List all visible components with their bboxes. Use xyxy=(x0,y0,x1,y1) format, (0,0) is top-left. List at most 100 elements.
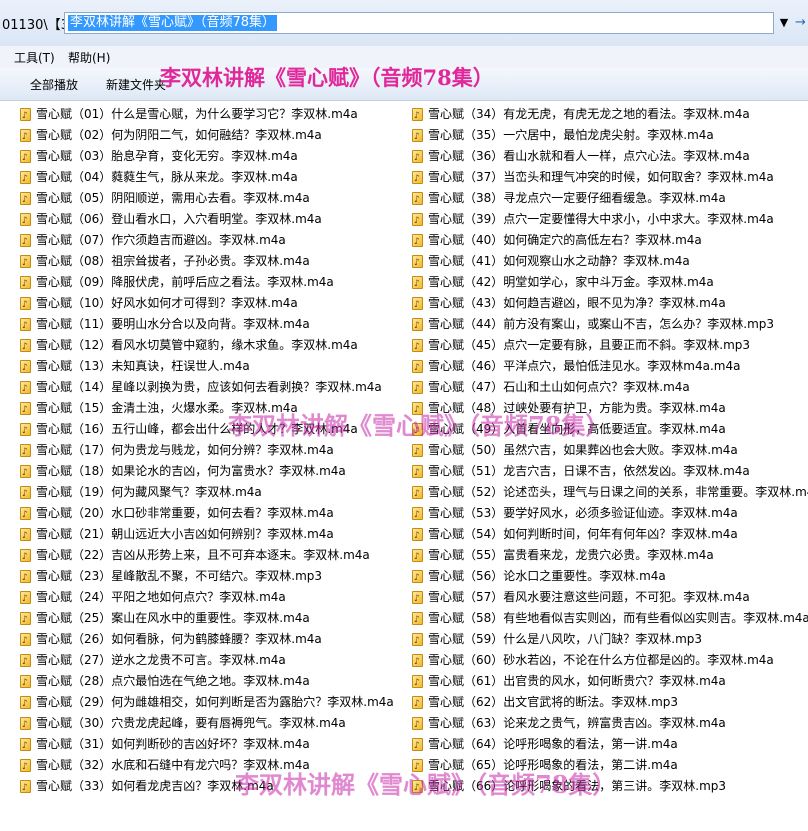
file-name: 雪心赋（18）如果论水的吉凶，何为富贵水？李双林.m4a xyxy=(36,464,346,478)
file-item[interactable]: 雪心赋（23）星峰散乱不聚，不可结穴。李双林.mp3 xyxy=(20,566,394,589)
file-item[interactable]: 雪心赋（20）水口砂非常重要，如何去看？李双林.m4a xyxy=(20,503,394,526)
file-item[interactable]: 雪心赋（10）好风水如何才可得到？李双林.m4a xyxy=(20,293,394,316)
file-item[interactable]: 雪心赋（27）逆水之龙贵不可言。李双林.m4a xyxy=(20,650,394,673)
file-item[interactable]: 雪心赋（17）何为贵龙与贱龙，如何分辨？李双林.m4a xyxy=(20,440,394,463)
file-item[interactable]: 雪心赋（59）什么是八风吹，八门缺？李双林.mp3 xyxy=(412,629,808,652)
file-item[interactable]: 雪心赋（37）当峦头和理气冲突的时候，如何取舍？李双林.m4a xyxy=(412,167,808,190)
audio-file-icon xyxy=(20,610,31,631)
file-item[interactable]: 雪心赋（55）富贵看来龙，龙贵穴必贵。李双林.m4a xyxy=(412,545,808,568)
audio-file-icon xyxy=(20,505,31,526)
audio-file-icon xyxy=(20,778,31,799)
file-item[interactable]: 雪心赋（11）要明山水分合以及向背。李双林.m4a xyxy=(20,314,394,337)
file-item[interactable]: 雪心赋（39）点穴一定要懂得大中求小，小中求大。李双林.m4a xyxy=(412,209,808,232)
file-item[interactable]: 雪心赋（58）有些地看似吉实则凶，而有些看似凶实则吉。李双林.m4a xyxy=(412,608,808,631)
file-item[interactable]: 雪心赋（54）如何判断时间，何年有何年凶？李双林.m4a xyxy=(412,524,808,547)
file-item[interactable]: 雪心赋（21）朝山远近大小吉凶如何辨别？李双林.m4a xyxy=(20,524,394,547)
file-item[interactable]: 雪心赋（40）如何确定穴的高低左右？李双林.m4a xyxy=(412,230,808,253)
file-item[interactable]: 雪心赋（07）作穴须趋吉而避凶。李双林.m4a xyxy=(20,230,394,253)
file-item[interactable]: 雪心赋（45）点穴一定要有脉，且要正而不斜。李双林.mp3 xyxy=(412,335,808,358)
audio-file-icon xyxy=(20,421,31,442)
file-item[interactable]: 雪心赋（28）点穴最怕选在气绝之地。李双林.m4a xyxy=(20,671,394,694)
audio-file-icon xyxy=(412,274,423,295)
audio-file-icon xyxy=(20,148,31,169)
file-item[interactable]: 雪心赋（51）龙吉穴吉，日课不吉，依然发凶。李双林.m4a xyxy=(412,461,808,484)
file-item[interactable]: 雪心赋（22）吉凶从形势上来，且不可弃本逐末。李双林.m4a xyxy=(20,545,394,568)
chevron-down-icon[interactable]: ▼ xyxy=(775,14,793,32)
file-name: 雪心赋（01）什么是雪心赋，为什么要学习它？李双林.m4a xyxy=(36,107,358,121)
audio-file-icon xyxy=(412,169,423,190)
file-item[interactable]: 雪心赋（12）看风水切莫管中窥豹，缘木求鱼。李双林.m4a xyxy=(20,335,394,358)
file-name: 雪心赋（31）如何判断砂的吉凶好坏？李双林.m4a xyxy=(36,737,310,751)
file-item[interactable]: 雪心赋（47）石山和土山如何点穴？李双林.m4a xyxy=(412,377,808,400)
file-name: 雪心赋（19）何为藏风聚气？李双林.m4a xyxy=(36,485,262,499)
file-item[interactable]: 雪心赋（30）穴贵龙虎起峰，要有唇褥兜气。李双林.m4a xyxy=(20,713,394,736)
file-name: 雪心赋（34）有龙无虎，有虎无龙之地的看法。李双林.m4a xyxy=(428,107,750,121)
audio-file-icon xyxy=(412,610,423,631)
file-item[interactable]: 雪心赋（43）如何趋吉避凶，眼不见为净？李双林.m4a xyxy=(412,293,808,316)
file-name: 雪心赋（51）龙吉穴吉，日课不吉，依然发凶。李双林.m4a xyxy=(428,464,750,478)
audio-file-icon xyxy=(412,358,423,379)
file-item[interactable]: 雪心赋（38）寻龙点穴一定要仔细看缓急。李双林.m4a xyxy=(412,188,808,211)
file-item[interactable]: 雪心赋（03）胎息孕育，变化无穷。李双林.m4a xyxy=(20,146,394,169)
file-item[interactable]: 雪心赋（31）如何判断砂的吉凶好坏？李双林.m4a xyxy=(20,734,394,757)
file-item[interactable]: 雪心赋（62）出文官武将的断法。李双林.mp3 xyxy=(412,692,808,715)
file-name: 雪心赋（37）当峦头和理气冲突的时候，如何取舍？李双林.m4a xyxy=(428,170,774,184)
file-item[interactable]: 雪心赋（63）论来龙之贵气，辨富贵吉凶。李双林.m4a xyxy=(412,713,808,736)
file-item[interactable]: 雪心赋（06）登山看水口，入穴看明堂。李双林.m4a xyxy=(20,209,394,232)
audio-file-icon xyxy=(20,211,31,232)
file-item[interactable]: 雪心赋（09）降服伏虎，前呼后应之看法。李双林.m4a xyxy=(20,272,394,295)
file-name: 雪心赋（58）有些地看似吉实则凶，而有些看似凶实则吉。李双林.m4a xyxy=(428,611,808,625)
file-item[interactable]: 雪心赋（36）看山水就和看人一样，点穴心法。李双林.m4a xyxy=(412,146,808,169)
file-name: 雪心赋（62）出文官武将的断法。李双林.mp3 xyxy=(428,695,679,709)
file-item[interactable]: 雪心赋（08）祖宗耸拔者，子孙必贵。李双林.m4a xyxy=(20,251,394,274)
file-item[interactable]: 雪心赋（34）有龙无虎，有虎无龙之地的看法。李双林.m4a xyxy=(412,104,808,127)
address-input[interactable]: 李双林讲解《雪心赋》（音频78集） xyxy=(64,12,774,34)
audio-file-icon xyxy=(412,211,423,232)
file-name: 雪心赋（38）寻龙点穴一定要仔细看缓急。李双林.m4a xyxy=(428,191,726,205)
audio-file-icon xyxy=(20,589,31,610)
file-name: 雪心赋（39）点穴一定要懂得大中求小，小中求大。李双林.m4a xyxy=(428,212,774,226)
menu-tools[interactable]: 工具(T) xyxy=(14,49,55,66)
file-item[interactable]: 雪心赋（35）一穴居中，最怕龙虎尖射。李双林.m4a xyxy=(412,125,808,148)
file-item[interactable]: 雪心赋（04）蕤蕤生气，脉从来龙。李双林.m4a xyxy=(20,167,394,190)
file-name: 雪心赋（22）吉凶从形势上来，且不可弃本逐末。李双林.m4a xyxy=(36,548,370,562)
file-item[interactable]: 雪心赋（29）何为雌雄相交，如何判断是否为露胎穴？李双林.m4a xyxy=(20,692,394,715)
audio-file-icon xyxy=(412,589,423,610)
file-item[interactable]: 雪心赋（50）虽然穴吉，如果葬凶也会大败。李双林.m4a xyxy=(412,440,808,463)
play-all-button[interactable]: 全部播放 xyxy=(30,76,78,93)
file-column-left: 雪心赋（01）什么是雪心赋，为什么要学习它？李双林.m4a 雪心赋（02）何为阴阳… xyxy=(20,104,394,799)
file-item[interactable]: 雪心赋（25）案山在风水中的重要性。李双林.m4a xyxy=(20,608,394,631)
file-item[interactable]: 雪心赋（61）出官贵的风水，如何断贵穴？李双林.m4a xyxy=(412,671,808,694)
address-path-selected[interactable]: 李双林讲解《雪心赋》（音频78集） xyxy=(68,15,278,31)
file-item[interactable]: 雪心赋（64）论呼形喝象的看法，第一讲.m4a xyxy=(412,734,808,757)
new-folder-button[interactable]: 新建文件夹 xyxy=(106,76,166,93)
file-item[interactable]: 雪心赋（05）阴阳顺逆，需用心去看。李双林.m4a xyxy=(20,188,394,211)
file-item[interactable]: 雪心赋（56）论水口之重要性。李双林.m4a xyxy=(412,566,808,589)
audio-file-icon xyxy=(412,295,423,316)
file-item[interactable]: 雪心赋（44）前方没有案山，或案山不吉，怎么办？李双林.mp3 xyxy=(412,314,808,337)
file-name: 雪心赋（52）论述峦头，理气与日课之间的关系，非常重要。李双林.m4a xyxy=(428,485,808,499)
file-item[interactable]: 雪心赋（53）要学好风水，必须多验证仙迹。李双林.m4a xyxy=(412,503,808,526)
file-name: 雪心赋（54）如何判断时间，何年有何年凶？李双林.m4a xyxy=(428,527,738,541)
file-item[interactable]: 雪心赋（19）何为藏风聚气？李双林.m4a xyxy=(20,482,394,505)
file-item[interactable]: 雪心赋（01）什么是雪心赋，为什么要学习它？李双林.m4a xyxy=(20,104,394,127)
file-item[interactable]: 雪心赋（02）何为阴阳二气，如何融结？李双林.m4a xyxy=(20,125,394,148)
file-item[interactable]: 雪心赋（13）未知真诀，枉误世人.m4a xyxy=(20,356,394,379)
menu-help[interactable]: 帮助(H) xyxy=(68,49,110,66)
file-item[interactable]: 雪心赋（26）如何看脉，何为鹤膝蜂腰？李双林.m4a xyxy=(20,629,394,652)
refresh-icon[interactable]: → xyxy=(793,12,808,34)
file-item[interactable]: 雪心赋（57）看风水要注意这些问题，不可犯。李双林.m4a xyxy=(412,587,808,610)
file-name: 雪心赋（55）富贵看来龙，龙贵穴必贵。李双林.m4a xyxy=(428,548,714,562)
file-name: 雪心赋（11）要明山水分合以及向背。李双林.m4a xyxy=(36,317,310,331)
file-item[interactable]: 雪心赋（14）星峰以剥换为贵，应该如何去看剥换？李双林.m4a xyxy=(20,377,394,400)
file-name: 雪心赋（45）点穴一定要有脉，且要正而不斜。李双林.mp3 xyxy=(428,338,751,352)
file-item[interactable]: 雪心赋（18）如果论水的吉凶，何为富贵水？李双林.m4a xyxy=(20,461,394,484)
file-item[interactable]: 雪心赋（42）明堂如学心，家中斗万金。李双林.m4a xyxy=(412,272,808,295)
file-item[interactable]: 雪心赋（46）平洋点穴，最怕低洼见水。李双林m4a.m4a xyxy=(412,356,808,379)
file-name: 雪心赋（03）胎息孕育，变化无穷。李双林.m4a xyxy=(36,149,298,163)
file-item[interactable]: 雪心赋（60）砂水若凶，不论在什么方位都是凶的。李双林.m4a xyxy=(412,650,808,673)
file-item[interactable]: 雪心赋（52）论述峦头，理气与日课之间的关系，非常重要。李双林.m4a xyxy=(412,482,808,505)
file-item[interactable]: 雪心赋（24）平阳之地如何点穴？李双林.m4a xyxy=(20,587,394,610)
file-item[interactable]: 雪心赋（41）如何观察山水之动静？李双林.m4a xyxy=(412,251,808,274)
file-list: 雪心赋（01）什么是雪心赋，为什么要学习它？李双林.m4a 雪心赋（02）何为阴阳… xyxy=(0,104,808,831)
